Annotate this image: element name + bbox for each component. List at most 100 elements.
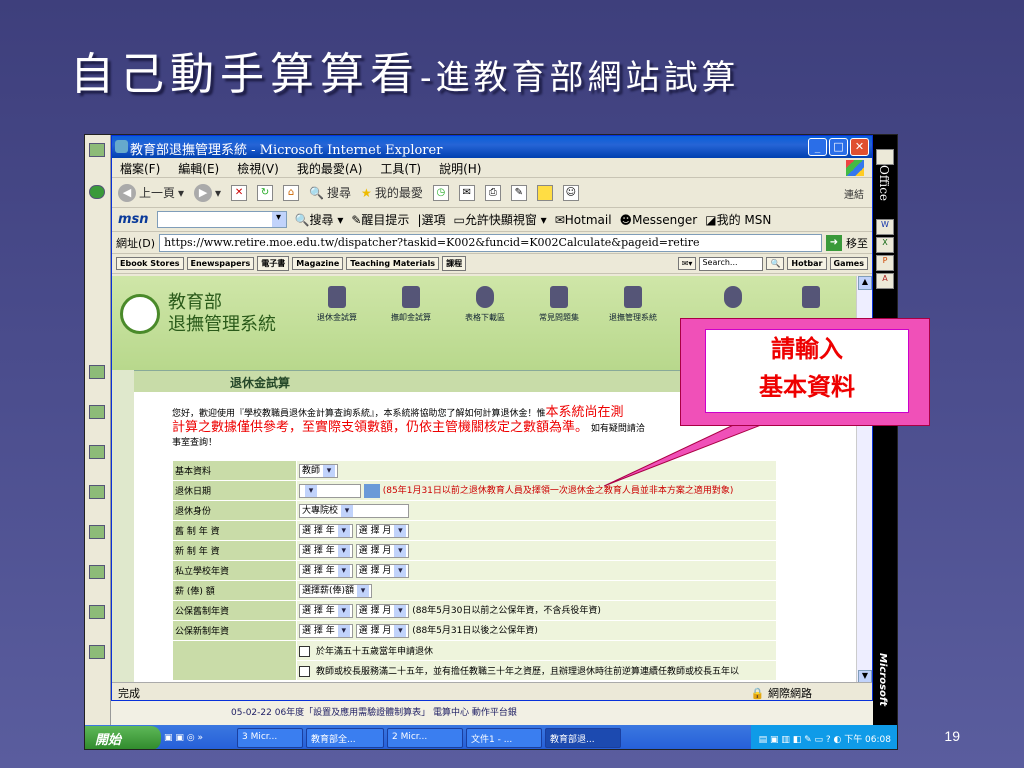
back-button[interactable]: ◀ 上一頁 ▾	[118, 183, 184, 202]
folder-icon[interactable]	[536, 184, 553, 201]
messenger-button[interactable]: ☻Messenger	[620, 213, 698, 227]
mail-dropdown-icon[interactable]: ✉▾	[677, 257, 697, 270]
menu-favorites[interactable]: 我的最愛(A)	[297, 160, 363, 176]
site-system: 退撫管理系統	[168, 314, 276, 335]
games-button[interactable]: Games	[829, 257, 868, 270]
ebook-stores-button[interactable]: Ebook Stores	[116, 257, 184, 270]
age-55-checkbox[interactable]	[299, 646, 310, 657]
hotmail-button[interactable]: ✉Hotmail	[555, 213, 612, 227]
word-icon[interactable]: W	[876, 219, 894, 235]
menu-view[interactable]: 檢視(V)	[237, 160, 279, 176]
menu-edit[interactable]: 編輯(E)	[178, 160, 219, 176]
search-icon[interactable]: 🔍	[766, 257, 785, 270]
custom-toolbar: Ebook Stores Enewspapers 電子書 Magazine Te…	[112, 254, 872, 274]
teaching-materials-button[interactable]: Teaching Materials	[346, 257, 440, 270]
tree-icon	[89, 405, 105, 419]
print-icon[interactable]: ⎙	[484, 184, 501, 201]
stop-icon[interactable]: ✕	[231, 184, 248, 201]
go-button[interactable]: 移至	[846, 235, 868, 251]
menu-help[interactable]: 說明(H)	[439, 160, 481, 176]
access-icon[interactable]: A	[876, 273, 894, 289]
task-button[interactable]: 2 Micr...	[387, 728, 463, 748]
search-button[interactable]: 🔍 搜尋	[309, 184, 351, 201]
messenger-icon[interactable]: ☺	[562, 184, 579, 201]
nav-retirement-calc[interactable]: 退休金試算	[302, 286, 372, 323]
msn-search-input[interactable]	[156, 211, 287, 228]
task-button-active[interactable]: 教育部退...	[545, 728, 621, 748]
go-arrow-icon[interactable]: ➜	[826, 234, 842, 251]
edit-icon[interactable]: ✎	[510, 184, 527, 201]
history-icon[interactable]: ◷	[432, 184, 449, 201]
magazine-button[interactable]: Magazine	[292, 257, 344, 270]
refresh-icon[interactable]: ↻	[257, 184, 274, 201]
task-button[interactable]: 3 Micr...	[237, 728, 303, 748]
back-arrow-icon: ◀	[118, 183, 136, 202]
hotbar-button[interactable]: Hotbar	[787, 257, 827, 270]
old-years-select[interactable]: 選 擇 年	[299, 523, 353, 538]
slide-title-sub: -進教育部網站試算	[420, 58, 740, 98]
tree-icon	[89, 485, 105, 499]
quick-launch[interactable]: ▣ ▣ ◎ »	[164, 733, 234, 743]
nav-management[interactable]: 退撫管理系統	[598, 286, 668, 323]
scroll-up-arrow-icon[interactable]: ▲	[858, 276, 872, 290]
home-icon[interactable]: ⌂	[283, 184, 300, 201]
service-25-checkbox[interactable]	[299, 666, 310, 677]
nav-home[interactable]	[776, 286, 846, 312]
menu-tools[interactable]: 工具(T)	[380, 160, 421, 176]
office-shortcut-bar: Office W X P A Microsoft	[873, 135, 897, 725]
insurance-old-months-select[interactable]: 選 擇 月	[355, 603, 410, 618]
start-button[interactable]: 開始	[85, 726, 161, 749]
my-msn-button[interactable]: ◪我的 MSN	[705, 211, 771, 228]
tree-icon	[89, 565, 105, 579]
window-titlebar: 教育部退撫管理系統 - Microsoft Internet Explorer …	[112, 136, 872, 158]
insurance-old-years-select[interactable]: 選 擇 年	[299, 603, 353, 618]
old-months-select[interactable]: 選 擇 月	[355, 523, 410, 538]
msn-options-button[interactable]: |選項	[417, 211, 445, 228]
maximize-button[interactable]: □	[829, 138, 848, 156]
courses-button[interactable]: 課程	[442, 256, 467, 271]
nav-mouse[interactable]	[698, 286, 768, 312]
nav-forms-download[interactable]: 表格下載區	[450, 286, 520, 323]
window-title: 教育部退撫管理系統 - Microsoft Internet Explorer	[130, 143, 443, 158]
task-button[interactable]: 文件1 - ...	[466, 728, 542, 748]
close-button[interactable]: ✕	[850, 138, 869, 156]
disc-icon	[476, 286, 494, 308]
nav-faq[interactable]: 常見問題集	[524, 286, 594, 323]
calendar-icon[interactable]	[363, 483, 380, 498]
address-input[interactable]: https://www.retire.moe.edu.tw/dispatcher…	[159, 233, 822, 252]
tree-icon	[89, 365, 105, 379]
office-folder-icon[interactable]	[876, 149, 894, 165]
mail-icon[interactable]: ✉	[458, 184, 475, 201]
insurance-new-months-select[interactable]: 選 擇 月	[355, 623, 410, 638]
tree-icon	[89, 525, 105, 539]
phone-icon	[402, 286, 420, 308]
ie-icon	[115, 140, 128, 153]
retire-date-input[interactable]	[299, 483, 361, 498]
forward-button[interactable]: ▶ ▾	[194, 183, 221, 202]
menu-file[interactable]: 檔案(F)	[120, 160, 160, 176]
msn-toolbar: msn 🔍搜尋 ▾ ✎醒目提示 |選項 ▭允許快顯視窗 ▾ ✉Hotmail ☻…	[112, 208, 872, 232]
msn-highlight-button[interactable]: ✎醒目提示	[351, 211, 409, 228]
new-years-select[interactable]: 選 擇 年	[299, 543, 353, 558]
ebook-button[interactable]: 電子書	[257, 256, 290, 271]
new-months-select[interactable]: 選 擇 月	[355, 543, 410, 558]
favorites-button[interactable]: ★ 我的最愛	[361, 184, 423, 201]
msn-logo[interactable]: msn	[118, 212, 149, 227]
minimize-button[interactable]: _	[808, 138, 827, 156]
identity-select[interactable]: 大專院校	[299, 503, 409, 518]
salary-select[interactable]: 選擇薪(俸)額	[299, 583, 373, 598]
nav-pension-calc[interactable]: 撫卹金試算	[376, 286, 446, 323]
powerpoint-icon[interactable]: P	[876, 255, 894, 271]
status-bar: 完成 🔒 網際網路	[112, 682, 872, 700]
basic-info-select[interactable]: 教師	[299, 463, 339, 478]
toolbar-search-input[interactable]: Search...	[699, 256, 764, 271]
task-button[interactable]: 教育部全...	[306, 728, 384, 748]
msn-search-button[interactable]: 🔍搜尋 ▾	[295, 211, 344, 228]
insurance-new-years-select[interactable]: 選 擇 年	[299, 623, 353, 638]
links-label[interactable]: 連結	[844, 186, 864, 201]
private-months-select[interactable]: 選 擇 月	[355, 563, 410, 578]
private-years-select[interactable]: 選 擇 年	[299, 563, 353, 578]
excel-icon[interactable]: X	[876, 237, 894, 253]
enewspapers-button[interactable]: Enewspapers	[186, 257, 255, 270]
msn-popup-button[interactable]: ▭允許快顯視窗 ▾	[454, 211, 547, 228]
